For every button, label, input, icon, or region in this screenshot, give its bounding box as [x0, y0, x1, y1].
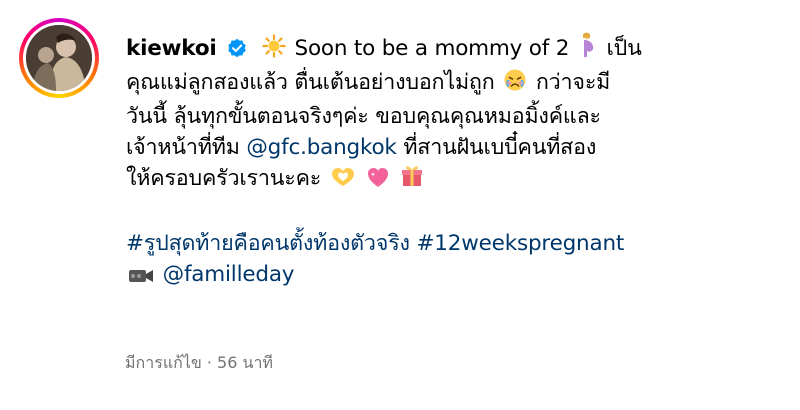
mention-familleday-link[interactable]: @familleday: [163, 262, 295, 287]
caption-text: คุณแม่ลูกสองแล้ว ตื่นเต้นอย่างบอกไม่ถูก: [126, 70, 495, 95]
caption-line-2: คุณแม่ลูกสองแล้ว ตื่นเต้นอย่างบอกไม่ถูก …: [126, 67, 766, 101]
avatar-story-ring[interactable]: [19, 18, 99, 98]
avatar[interactable]: [26, 25, 92, 91]
pregnant-woman-emoji-icon: [578, 32, 598, 67]
caption-text: ให้ครอบครัวเรานะคะ: [126, 166, 322, 191]
mention-gfc-bangkok-link[interactable]: @gfc.bangkok: [246, 135, 397, 160]
caption-line-1: kiewkoi Soon to be a mommy of 2 เป็น: [126, 32, 766, 67]
verified-badge-icon: [227, 36, 247, 67]
caption-line-4: เจ้าหน้าที่ทีม @gfc.bangkok ที่สานฝันเบบ…: [126, 132, 766, 163]
caption-text: เป็น: [606, 36, 642, 61]
username-link[interactable]: kiewkoi: [126, 36, 217, 61]
caption-text: Soon to be a mommy of 2: [294, 36, 570, 61]
avatar-photo: [26, 25, 92, 91]
heart-hands-emoji-icon: [330, 166, 356, 197]
hashtag-link[interactable]: #รูปสุดท้ายคือคนตั้งท้องตัวจริง: [126, 231, 410, 256]
caption-line-5: ให้ครอบครัวเรานะคะ: [126, 163, 766, 197]
caption-line-3: วันนี้ ลุ้นทุกขั้นตอนจริงๆค่ะ ขอบคุณคุณห…: [126, 101, 766, 132]
crying-face-emoji-icon: [503, 68, 527, 101]
caption-text: เจ้าหน้าที่ทีม: [126, 135, 240, 160]
post-caption: kiewkoi Soon to be a mommy of 2 เป็น คุณ…: [126, 32, 766, 293]
post-edited-timestamp: มีการแก้ไข · 56 นาที: [125, 353, 273, 372]
caption-text: วันนี้ ลุ้นทุกขั้นตอนจริงๆค่ะ ขอบคุณคุณห…: [126, 104, 601, 129]
sparkling-heart-emoji-icon: [366, 166, 390, 197]
avatar-ring-gap: [23, 22, 95, 94]
caption-credit: @familleday: [126, 259, 766, 293]
caption-text: ที่สานฝันเบบี๋คนที่สอง: [403, 135, 597, 160]
hashtag-link[interactable]: #12weekspregnant: [416, 231, 624, 256]
gift-emoji-icon: [401, 164, 423, 197]
caption-hashtags: #รูปสุดท้ายคือคนตั้งท้องตัวจริง #12weeks…: [126, 228, 766, 259]
caption-text: กว่าจะมี: [535, 70, 611, 95]
sun-emoji-icon: [262, 34, 286, 67]
video-camera-emoji-icon: [128, 262, 154, 293]
